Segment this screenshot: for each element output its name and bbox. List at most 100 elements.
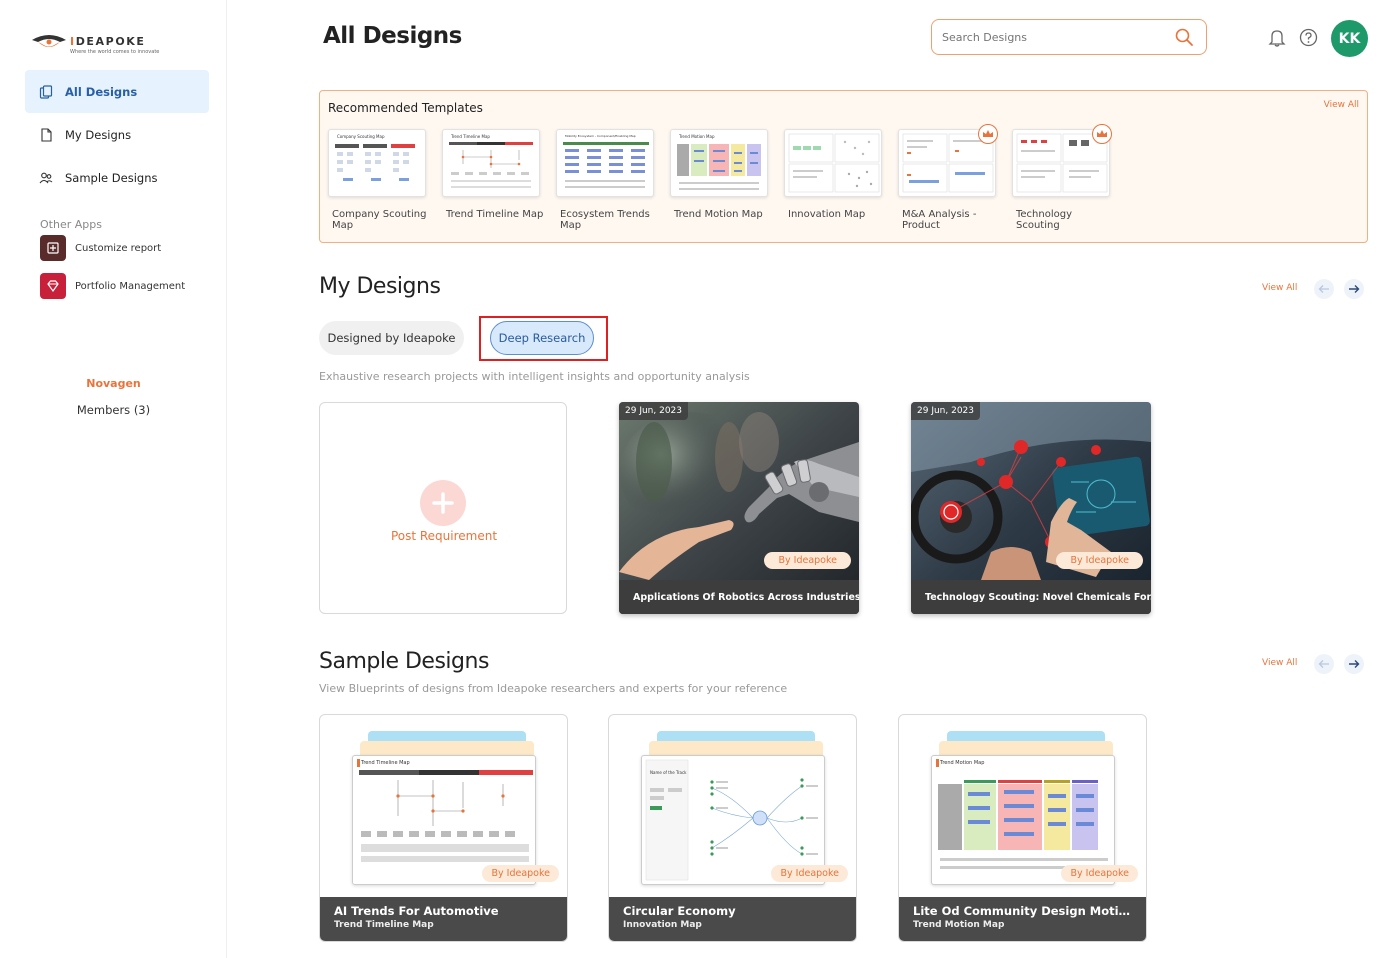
template-label: M&A Analysis - Product xyxy=(902,209,977,231)
template-ecosystem-trends-map[interactable]: Mobility Ecosystem - Component/Enabling … xyxy=(556,129,656,231)
sample-designs-view-all-link[interactable]: View All xyxy=(1262,658,1297,668)
sample-designs-subtitle: View Blueprints of designs from Ideapoke… xyxy=(319,682,788,695)
by-ideapoke-badge: By Ideapoke xyxy=(1056,552,1143,569)
template-label: Company Scouting Map xyxy=(332,209,427,231)
thumbnail-title: Trend Motion Map xyxy=(679,134,715,139)
users-icon xyxy=(39,172,53,183)
organization-name: Novagen xyxy=(86,377,141,390)
my-designs-title: My Designs xyxy=(319,274,441,299)
template-thumbnail: Trend Motion Map xyxy=(670,129,768,197)
help-icon[interactable] xyxy=(1299,28,1318,47)
nav-all-designs-label: All Designs xyxy=(65,84,138,99)
template-innovation-map[interactable]: Innovation Map xyxy=(784,129,884,220)
thumbnail-title: Company Scouting Map xyxy=(337,134,385,139)
members-link[interactable]: Members (3) xyxy=(0,403,227,417)
recommended-templates-panel: Recommended Templates View All Company S… xyxy=(319,90,1368,243)
logo-tagline: Where the world comes to innovate xyxy=(70,49,160,55)
recommended-templates-title: Recommended Templates xyxy=(328,101,483,115)
design-card-technology-scouting[interactable]: 29 Jun, 2023 By Ideapoke Technology Scou… xyxy=(911,402,1151,614)
sample-card-circular-economy[interactable]: Name of the Track By Ideapoke Circular E… xyxy=(608,714,857,942)
by-ideapoke-badge: By Ideapoke xyxy=(771,865,848,882)
card-stack-decoration xyxy=(360,741,534,755)
nav-my-designs-label: My Designs xyxy=(65,127,132,142)
app-customize-report[interactable]: Customize report xyxy=(40,235,161,261)
by-ideapoke-badge: By Ideapoke xyxy=(1061,865,1138,882)
search-input[interactable] xyxy=(942,30,1162,44)
post-requirement-label: Post Requirement xyxy=(390,529,498,543)
bell-icon[interactable] xyxy=(1268,28,1286,48)
template-ma-analysis-product[interactable]: M&A Analysis - Product xyxy=(898,124,998,231)
sample-card-lite-od-community[interactable]: Trend Motion Map By Ideapoke Lite Od Com… xyxy=(898,714,1147,942)
my-designs-prev-button[interactable] xyxy=(1314,279,1334,299)
sample-card-ai-trends-automotive[interactable]: Trend Timeline Map By Ideapoke AI Trends… xyxy=(319,714,568,942)
template-label: Innovation Map xyxy=(788,209,866,220)
nav-my-designs[interactable]: My Designs xyxy=(25,113,209,156)
app-portfolio-management[interactable]: Portfolio Management xyxy=(40,273,185,299)
by-ideapoke-badge: By Ideapoke xyxy=(482,865,559,882)
sample-card-title: Circular Economy xyxy=(623,904,736,918)
sample-designs-title: Sample Designs xyxy=(319,649,489,674)
my-designs-view-all-link[interactable]: View All xyxy=(1262,283,1297,293)
post-requirement-card[interactable]: Post Requirement xyxy=(319,402,567,614)
nav-sample-designs[interactable]: Sample Designs xyxy=(25,156,209,199)
template-preview-graphic xyxy=(335,144,415,181)
template-preview-graphic xyxy=(788,133,880,193)
thumbnail-title: Mobility Ecosystem - Component/Enabling … xyxy=(565,134,636,138)
template-thumbnail: Trend Timeline Map xyxy=(442,129,540,197)
page-title: All Designs xyxy=(323,23,462,49)
sidebar: IDEAPOKE Where the world comes to innova… xyxy=(0,0,227,958)
template-trend-timeline-map[interactable]: Trend Timeline Map Trend Timeline Map xyxy=(442,129,543,220)
recommended-view-all-link[interactable]: View All xyxy=(1324,100,1359,110)
sample-designs-next-button[interactable] xyxy=(1344,654,1364,674)
card-date: 29 Jun, 2023 xyxy=(619,402,689,420)
by-ideapoke-badge: By Ideapoke xyxy=(764,552,851,569)
arrow-left-icon xyxy=(1318,285,1329,293)
preview-track-label: Name of the Track xyxy=(650,770,687,775)
template-company-scouting-map[interactable]: Company Scouting Map Company Scouting Ma… xyxy=(328,129,428,231)
search-box[interactable] xyxy=(931,19,1207,55)
ideapoke-logo[interactable]: IDEAPOKE Where the world comes to innova… xyxy=(30,30,172,58)
sample-card-type: Trend Timeline Map xyxy=(334,920,434,930)
card-title: Applications Of Robotics Across Industri… xyxy=(619,580,859,614)
sample-designs-prev-button[interactable] xyxy=(1314,654,1334,674)
sample-card-type: Trend Motion Map xyxy=(913,920,1005,930)
diamond-icon xyxy=(40,273,66,299)
nav-all-designs[interactable]: All Designs xyxy=(25,70,209,113)
arrow-right-icon xyxy=(1349,660,1360,668)
plus-icon xyxy=(420,480,466,526)
template-label: Trend Motion Map xyxy=(674,209,763,220)
template-trend-motion-map[interactable]: Trend Motion Map Trend Motion Map xyxy=(670,129,770,220)
card-title: Technology Scouting: Novel Chemicals For… xyxy=(911,580,1151,614)
customize-report-icon xyxy=(40,235,66,261)
design-card-robotics[interactable]: 29 Jun, 2023 By Ideapoke Applications Of… xyxy=(619,402,859,614)
preview-title: Trend Motion Map xyxy=(940,760,985,766)
template-label: Trend Timeline Map xyxy=(446,209,544,220)
template-thumbnail: Mobility Ecosystem - Component/Enabling … xyxy=(556,129,654,197)
arrow-left-icon xyxy=(1318,660,1329,668)
card-stack-decoration xyxy=(649,741,823,755)
preview-title: Trend Timeline Map xyxy=(361,760,410,766)
user-avatar[interactable]: KK xyxy=(1331,20,1368,57)
my-designs-next-button[interactable] xyxy=(1344,279,1364,299)
template-label: Ecosystem Trends Map xyxy=(560,209,650,231)
thumbnail-title: Trend Timeline Map xyxy=(451,134,490,139)
sample-card-caption: Circular Economy Innovation Map xyxy=(609,897,856,941)
template-preview-graphic xyxy=(677,144,761,190)
document-icon xyxy=(41,127,52,142)
template-thumbnail xyxy=(784,129,882,197)
template-technology-scouting[interactable]: Technology Scouting xyxy=(1012,124,1112,231)
card-date: 29 Jun, 2023 xyxy=(911,402,981,420)
template-thumbnail: Company Scouting Map xyxy=(328,129,426,197)
selection-highlight-box xyxy=(479,316,608,361)
app-portfolio-management-label: Portfolio Management xyxy=(75,280,186,292)
nav-sample-designs-label: Sample Designs xyxy=(65,170,158,185)
template-preview-graphic xyxy=(563,142,649,188)
tab-designed-by-ideapoke[interactable]: Designed by Ideapoke xyxy=(319,321,464,355)
template-preview-graphic xyxy=(449,142,533,188)
sample-card-title: AI Trends For Automotive xyxy=(334,904,499,918)
search-icon[interactable] xyxy=(1174,27,1194,47)
copy-icon xyxy=(39,84,53,99)
sample-card-caption: AI Trends For Automotive Trend Timeline … xyxy=(320,897,567,941)
sample-card-type: Innovation Map xyxy=(623,920,702,930)
template-label: Technology Scouting xyxy=(1016,209,1073,231)
